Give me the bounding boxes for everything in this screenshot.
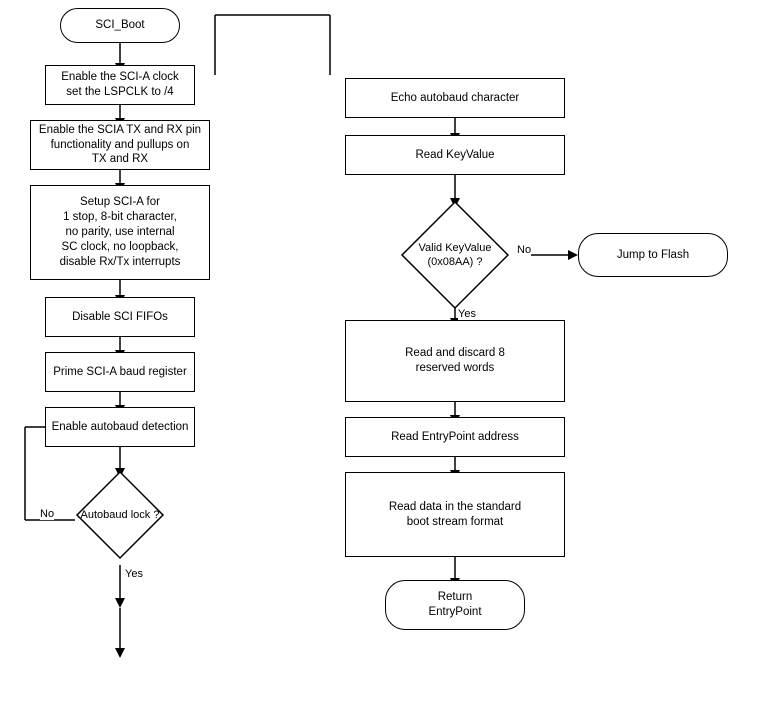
autobaud-lock-diamond: Autobaud lock ? — [75, 470, 165, 560]
prime-baud-node: Prime SCI-A baud register — [45, 352, 195, 392]
jump-flash-node: Jump to Flash — [578, 233, 728, 277]
return-entry-node: Return EntryPoint — [385, 580, 525, 630]
sci-boot-node: SCI_Boot — [60, 8, 180, 43]
flowchart: SCI_Boot Enable the SCI-A clock set the … — [0, 0, 761, 703]
keyvalue-yes-label: Yes — [458, 308, 476, 320]
autobaud-no-label: No — [40, 508, 54, 520]
valid-keyvalue-diamond: Valid KeyValue (0x08AA) ? — [400, 200, 510, 310]
enable-autobaud-node: Enable autobaud detection — [45, 407, 195, 447]
disable-fifo-node: Disable SCI FIFOs — [45, 297, 195, 337]
read-discard-node: Read and discard 8 reserved words — [345, 320, 565, 402]
read-data-node: Read data in the standard boot stream fo… — [345, 472, 565, 557]
autobaud-yes-label: Yes — [125, 568, 143, 580]
echo-autobaud-node: Echo autobaud character — [345, 78, 565, 118]
read-keyvalue-node: Read KeyValue — [345, 135, 565, 175]
read-entry-node: Read EntryPoint address — [345, 417, 565, 457]
enable-clock-node: Enable the SCI-A clock set the LSPCLK to… — [45, 65, 195, 105]
keyvalue-no-label: No — [517, 244, 531, 256]
setup-scia-node: Setup SCI-A for 1 stop, 8-bit character,… — [30, 185, 210, 280]
enable-scia-node: Enable the SCIA TX and RX pin functional… — [30, 120, 210, 170]
